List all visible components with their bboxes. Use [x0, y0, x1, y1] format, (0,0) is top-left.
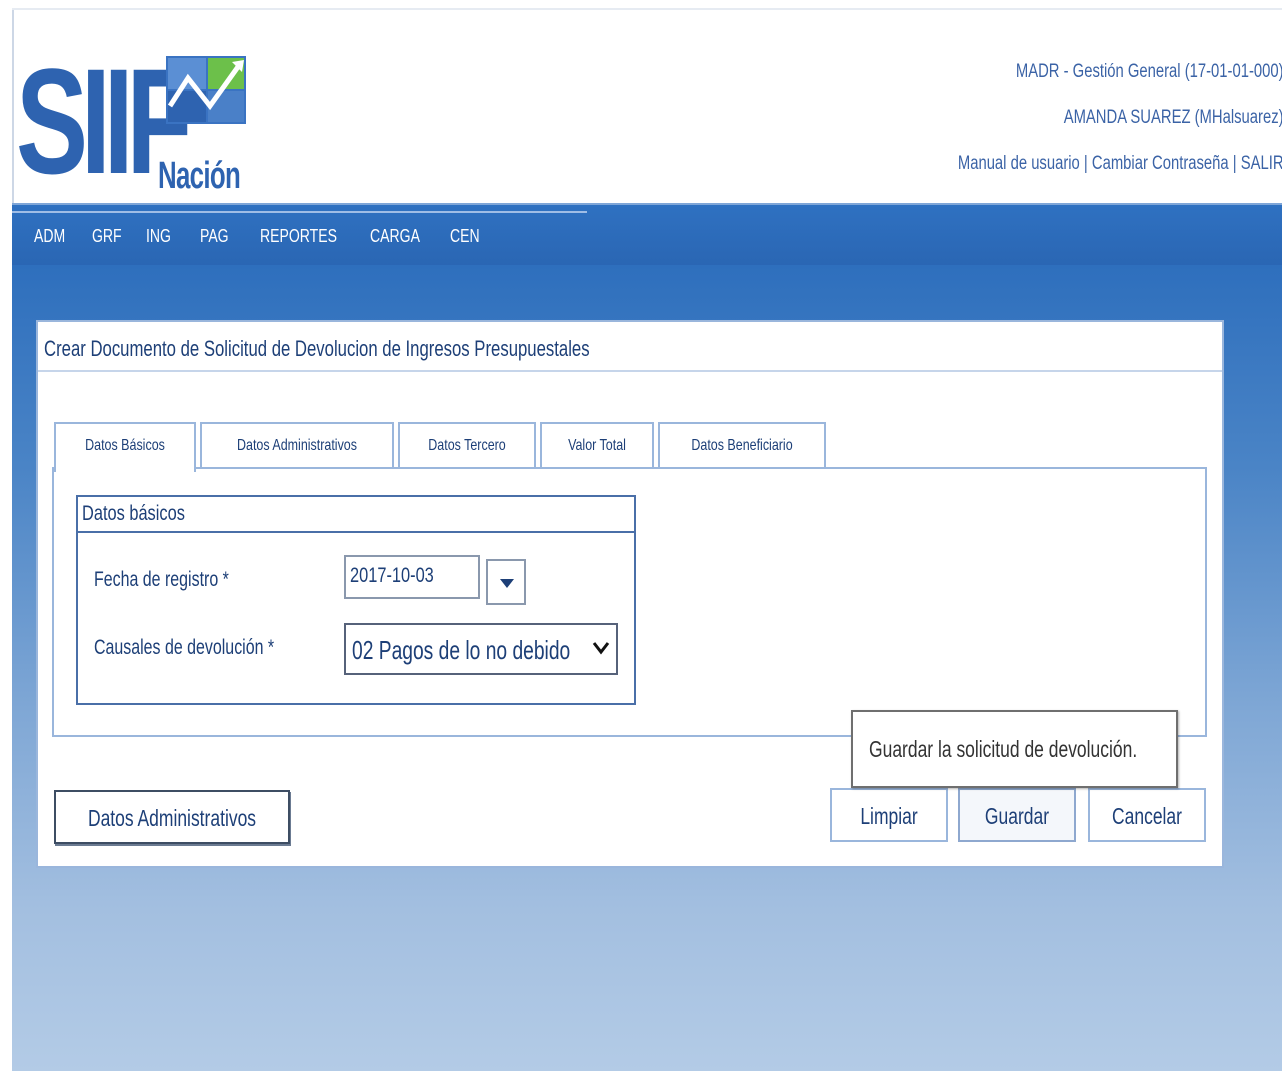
button-label: Datos Administrativos: [87, 805, 257, 831]
nav-item-cen[interactable]: CEN: [450, 225, 484, 247]
button-label: Limpiar: [860, 803, 918, 829]
left-margin: [0, 0, 10, 1071]
chart-trend-icon: [166, 56, 246, 124]
page-title: Crear Documento de Solicitud de Devoluci…: [44, 336, 590, 361]
tab-datos-administrativos[interactable]: Datos Administrativos: [200, 422, 394, 470]
guardar-tooltip: Guardar la solicitud de devolución.: [851, 710, 1178, 788]
tab-datos-beneficiario[interactable]: Datos Beneficiario: [658, 422, 826, 470]
logo-subtext: Nación: [158, 155, 241, 197]
link-separator: |: [1233, 153, 1238, 174]
button-label: Cancelar: [1112, 803, 1182, 829]
nav-items: ADM GRF ING PAG REPORTES CARGA CEN: [34, 225, 500, 247]
tab-label: Valor Total: [568, 437, 626, 454]
causales-value: 02 Pagos de lo no debido: [352, 635, 571, 665]
nav-item-reportes[interactable]: REPORTES: [260, 225, 341, 247]
entity-label: MADR - Gestión General (17-01-01-000): [1016, 61, 1282, 82]
fieldset-legend: Datos básicos: [78, 497, 634, 533]
nav-item-carga[interactable]: CARGA: [370, 225, 428, 247]
manual-link[interactable]: Manual de usuario: [958, 153, 1080, 174]
link-separator: |: [1084, 153, 1089, 174]
header-links: Manual de usuario | Cambiar Contraseña |…: [958, 152, 1282, 176]
user-label: AMANDA SUAREZ (MHalsuarez): [1064, 107, 1282, 128]
datos-basicos-fieldset: Datos básicos Fecha de registro * 2017-1…: [76, 495, 636, 705]
nav-item-grf[interactable]: GRF: [92, 225, 129, 247]
limpiar-button[interactable]: Limpiar: [830, 788, 948, 842]
tab-datos-tercero[interactable]: Datos Tercero: [398, 422, 536, 470]
legend-text: Datos básicos: [82, 502, 185, 525]
button-label: Guardar: [984, 803, 1050, 829]
tab-label: Datos Administrativos: [237, 437, 357, 454]
datos-administrativos-button[interactable]: Datos Administrativos: [54, 790, 290, 844]
form-panel: Crear Documento de Solicitud de Devoluci…: [36, 320, 1224, 868]
fecha-label: Fecha de registro *: [94, 568, 229, 591]
causales-select[interactable]: 02 Pagos de lo no debido: [344, 623, 618, 675]
siif-logo[interactable]: SIIF Nación: [16, 46, 256, 198]
nav-underline: [12, 211, 587, 213]
tab-label: Datos Beneficiario: [691, 437, 793, 454]
tab-label: Datos Tercero: [428, 437, 506, 454]
app-window: SIIF Nación MADR - Gestión General (17-0…: [0, 0, 1282, 1071]
nav-item-ing[interactable]: ING: [146, 225, 183, 247]
header-user-info: MADR - Gestión General (17-01-01-000) AM…: [866, 60, 1282, 198]
tab-valor-total[interactable]: Valor Total: [540, 422, 654, 470]
chevron-down-icon: [592, 642, 610, 655]
tab-label: Datos Básicos: [85, 437, 165, 454]
tab-content: Datos básicos Fecha de registro * 2017-1…: [52, 467, 1207, 737]
date-picker-button[interactable]: [486, 559, 526, 605]
nav-item-adm[interactable]: ADM: [34, 225, 75, 247]
tab-datos-basicos[interactable]: Datos Básicos: [54, 422, 196, 472]
tooltip-text: Guardar la solicitud de devolución.: [869, 736, 1138, 762]
cancelar-button[interactable]: Cancelar: [1088, 788, 1206, 842]
header: SIIF Nación MADR - Gestión General (17-0…: [12, 10, 1282, 203]
logout-link[interactable]: SALIR: [1241, 153, 1282, 174]
fecha-value: 2017-10-03: [350, 564, 434, 587]
guardar-button[interactable]: Guardar: [958, 788, 1076, 842]
causales-label: Causales de devolución *: [94, 636, 275, 659]
nav-item-pag[interactable]: PAG: [200, 225, 242, 247]
main-nav: ADM GRF ING PAG REPORTES CARGA CEN: [12, 203, 1282, 267]
caret-down-icon: [500, 579, 514, 588]
panel-title-bar: Crear Documento de Solicitud de Devoluci…: [38, 322, 1222, 372]
change-password-link[interactable]: Cambiar Contraseña: [1092, 153, 1229, 174]
fecha-input[interactable]: 2017-10-03: [344, 555, 480, 599]
